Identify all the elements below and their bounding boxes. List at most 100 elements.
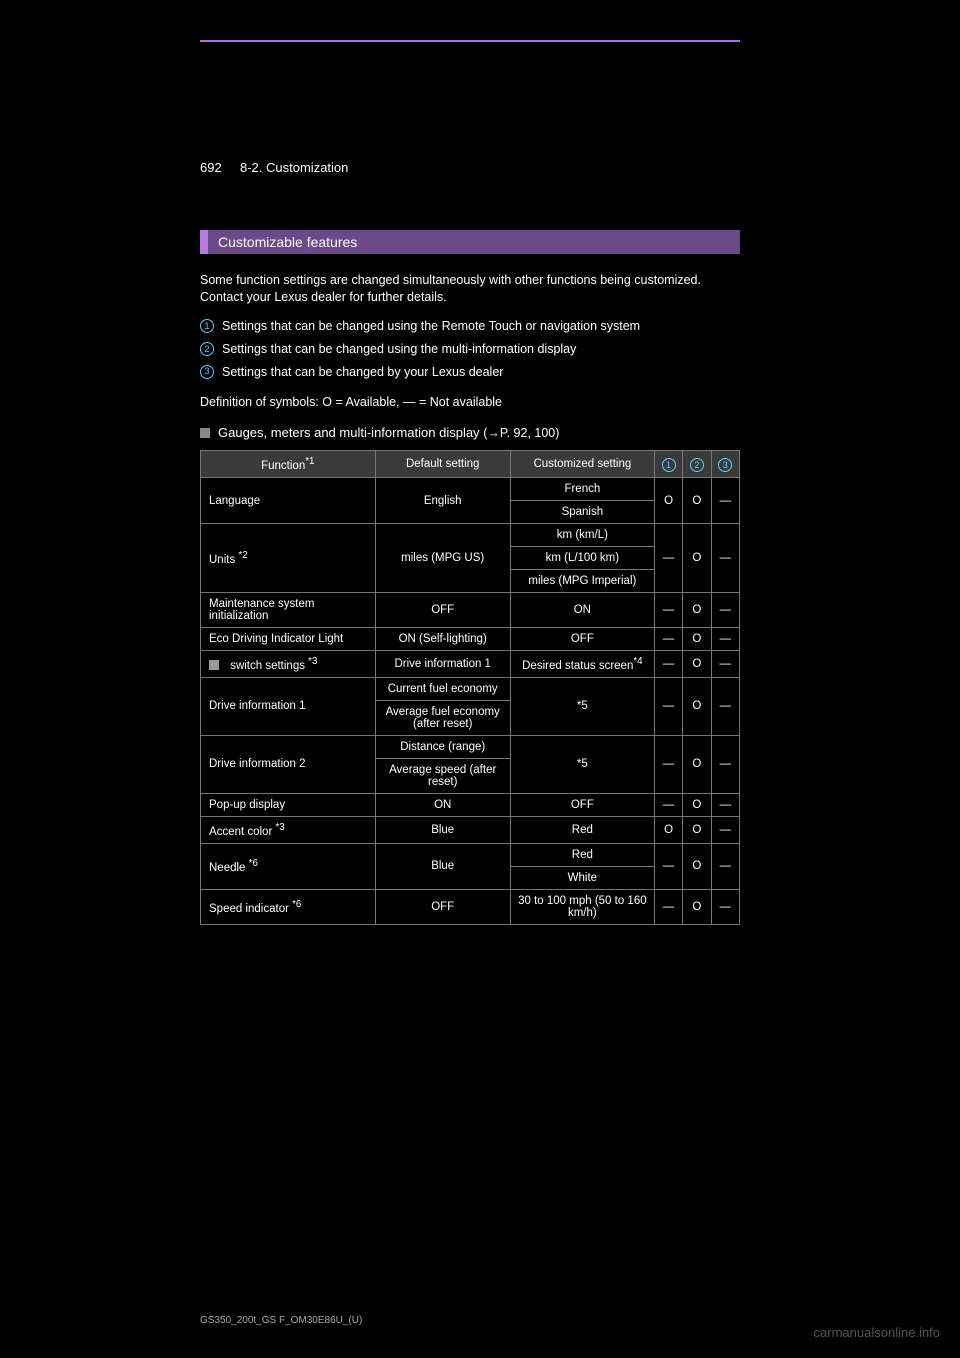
circled-3-icon: 3 bbox=[200, 365, 214, 379]
cell-mark-3: — bbox=[711, 677, 739, 735]
circled-1-icon: 1 bbox=[662, 458, 676, 472]
cell-function: Language bbox=[201, 478, 376, 524]
cell-mark-2: O bbox=[683, 478, 711, 524]
th-function: Function*1 bbox=[201, 451, 376, 478]
cell-function: Eco Driving Indicator Light bbox=[201, 628, 376, 651]
intro-paragraph: Some function settings are changed simul… bbox=[200, 272, 740, 306]
table-row: Speed indicator *6OFF30 to 100 mph (50 t… bbox=[201, 889, 740, 924]
table-row: Drive information 2Distance (range)*5—O— bbox=[201, 735, 740, 758]
header-divider bbox=[200, 40, 740, 42]
cell-customized: *5 bbox=[510, 735, 654, 793]
cell-function: Drive information 1 bbox=[201, 677, 376, 735]
table-row: LanguageEnglishFrenchOO— bbox=[201, 478, 740, 501]
cell-mark-2: O bbox=[683, 735, 711, 793]
model-code: GS350_200t_GS F_OM30E86U_(U) bbox=[200, 1315, 362, 1326]
cell-default: miles (MPG US) bbox=[375, 524, 510, 593]
cell-default: Average speed (after reset) bbox=[375, 758, 510, 793]
table-row: Units *2miles (MPG US)km (km/L)—O— bbox=[201, 524, 740, 547]
legend-item-3: 3 Settings that can be changed by your L… bbox=[200, 364, 740, 381]
legend-list: 1 Settings that can be changed using the… bbox=[200, 318, 740, 381]
cell-customized: French bbox=[510, 478, 654, 501]
cell-mark-1: — bbox=[654, 889, 682, 924]
legend-text-2: Settings that can be changed using the m… bbox=[222, 341, 740, 358]
th-col2: 2 bbox=[683, 451, 711, 478]
cell-mark-1: — bbox=[654, 628, 682, 651]
cell-default: OFF bbox=[375, 889, 510, 924]
cell-default: OFF bbox=[375, 593, 510, 628]
section-accent-tab bbox=[200, 230, 208, 254]
cell-mark-2: O bbox=[683, 843, 711, 889]
th-col3: 3 bbox=[711, 451, 739, 478]
cell-mark-3: — bbox=[711, 889, 739, 924]
cell-function: Accent color *3 bbox=[201, 816, 376, 843]
cell-default: Current fuel economy bbox=[375, 677, 510, 700]
table-header-row: Function*1 Default setting Customized se… bbox=[201, 451, 740, 478]
legend-item-1: 1 Settings that can be changed using the… bbox=[200, 318, 740, 335]
cell-mark-3: — bbox=[711, 524, 739, 593]
cell-mark-3: — bbox=[711, 593, 739, 628]
cell-mark-3: — bbox=[711, 843, 739, 889]
cell-customized: OFF bbox=[510, 793, 654, 816]
cell-default: Average fuel economy (after reset) bbox=[375, 700, 510, 735]
cell-function: switch settings *3 bbox=[201, 651, 376, 678]
cell-default: ON (Self-lighting) bbox=[375, 628, 510, 651]
breadcrumb: 8-2. Customization bbox=[240, 160, 348, 175]
cell-customized: White bbox=[510, 866, 654, 889]
page-content: 692 8-2. Customization Customizable feat… bbox=[200, 180, 740, 925]
cell-function: Units *2 bbox=[201, 524, 376, 593]
legend-footnote: Definition of symbols: O = Available, — … bbox=[200, 394, 740, 411]
table-row: Maintenance system initializationOFFON—O… bbox=[201, 593, 740, 628]
cell-function: Speed indicator *6 bbox=[201, 889, 376, 924]
th-col1: 1 bbox=[654, 451, 682, 478]
book-icon bbox=[209, 660, 223, 672]
cell-mark-1: — bbox=[654, 677, 682, 735]
cell-customized: miles (MPG Imperial) bbox=[510, 570, 654, 593]
cell-default: Drive information 1 bbox=[375, 651, 510, 678]
cell-mark-3: — bbox=[711, 735, 739, 793]
subsection-heading: Gauges, meters and multi-information dis… bbox=[200, 425, 740, 440]
table-row: switch settings *3Drive information 1Des… bbox=[201, 651, 740, 678]
cell-mark-1: O bbox=[654, 816, 682, 843]
table-row: Accent color *3BlueRedOO— bbox=[201, 816, 740, 843]
cell-default: Blue bbox=[375, 843, 510, 889]
cell-mark-3: — bbox=[711, 793, 739, 816]
th-default: Default setting bbox=[375, 451, 510, 478]
circled-2-icon: 2 bbox=[690, 458, 704, 472]
cell-customized: 30 to 100 mph (50 to 160 km/h) bbox=[510, 889, 654, 924]
cell-function: Drive information 2 bbox=[201, 735, 376, 793]
cell-customized: ON bbox=[510, 593, 654, 628]
subsection-title: Gauges, meters and multi-information dis… bbox=[218, 425, 559, 440]
cell-mark-2: O bbox=[683, 651, 711, 678]
table-row: Eco Driving Indicator LightON (Self-ligh… bbox=[201, 628, 740, 651]
cell-mark-1: — bbox=[654, 593, 682, 628]
page-number: 692 bbox=[200, 160, 222, 175]
cell-customized: *5 bbox=[510, 677, 654, 735]
cell-default: English bbox=[375, 478, 510, 524]
cell-mark-2: O bbox=[683, 593, 711, 628]
cell-default: Blue bbox=[375, 816, 510, 843]
cell-mark-1: — bbox=[654, 524, 682, 593]
table-row: Pop-up displayONOFF—O— bbox=[201, 793, 740, 816]
section-title: Customizable features bbox=[208, 230, 740, 254]
circled-3-icon: 3 bbox=[718, 458, 732, 472]
circled-2-icon: 2 bbox=[200, 342, 214, 356]
legend-text-1: Settings that can be changed using the R… bbox=[222, 318, 740, 335]
cell-default: ON bbox=[375, 793, 510, 816]
cell-mark-1: O bbox=[654, 478, 682, 524]
watermark: carmanualsonline.info bbox=[814, 1325, 940, 1340]
cell-function: Maintenance system initialization bbox=[201, 593, 376, 628]
cell-mark-1: — bbox=[654, 843, 682, 889]
subsection-title-text: Gauges, meters and multi-information dis… bbox=[218, 425, 480, 440]
cell-mark-1: — bbox=[654, 793, 682, 816]
cell-mark-2: O bbox=[683, 524, 711, 593]
cell-mark-1: — bbox=[654, 735, 682, 793]
table-row: Needle *6BlueRed—O— bbox=[201, 843, 740, 866]
cell-mark-2: O bbox=[683, 677, 711, 735]
cell-mark-3: — bbox=[711, 478, 739, 524]
cell-function: Pop-up display bbox=[201, 793, 376, 816]
page-reference-link[interactable]: (→P. 92, 100) bbox=[483, 426, 559, 440]
page-reference-text: P. 92, 100 bbox=[500, 426, 555, 440]
cell-mark-2: O bbox=[683, 793, 711, 816]
square-bullet-icon bbox=[200, 428, 210, 438]
cell-customized: km (L/100 km) bbox=[510, 547, 654, 570]
